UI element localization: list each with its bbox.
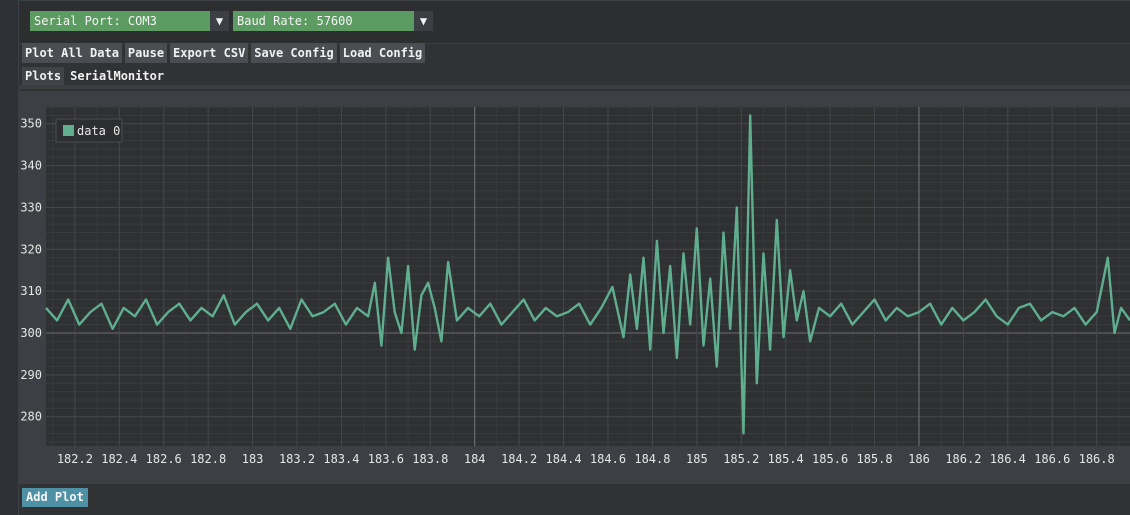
- x-tick-label: 185.4: [768, 452, 804, 466]
- y-tick-label: 330: [20, 200, 42, 214]
- y-tick-label: 310: [20, 284, 42, 298]
- x-tick-label: 185.2: [723, 452, 759, 466]
- chevron-down-icon[interactable]: ▼: [210, 11, 229, 31]
- export-csv-button[interactable]: Export CSV: [170, 43, 249, 63]
- tab-serial-monitor[interactable]: SerialMonitor: [67, 67, 167, 85]
- plot-container[interactable]: 280 290 300 310 320 330 340 350 182.2 182.4 182.6 1…: [19, 91, 1130, 484]
- x-tick-label: 183.4: [323, 452, 359, 466]
- pause-button[interactable]: Pause: [124, 43, 168, 63]
- x-tick-label: 184.2: [501, 452, 537, 466]
- x-tick-label: 182.2: [57, 452, 93, 466]
- x-tick-label: 182.4: [101, 452, 137, 466]
- y-tick-label: 320: [20, 242, 42, 256]
- x-tick-label: 186.8: [1079, 452, 1115, 466]
- action-buttons: Plot All Data Pause Export CSV Save Conf…: [22, 43, 426, 63]
- y-tick-label: 290: [20, 368, 42, 382]
- tab-divider: [19, 85, 1130, 89]
- chevron-down-icon[interactable]: ▼: [414, 11, 433, 31]
- x-tick-label: 184.8: [634, 452, 670, 466]
- plot-all-data-button[interactable]: Plot All Data: [22, 43, 122, 63]
- load-config-button[interactable]: Load Config: [339, 43, 426, 63]
- x-tick-label: 186.6: [1034, 452, 1070, 466]
- tab-bar: Plots SerialMonitor: [22, 67, 167, 85]
- y-tick-label: 350: [20, 117, 42, 131]
- y-tick-label: 300: [20, 326, 42, 340]
- line-chart[interactable]: 280 290 300 310 320 330 340 350 182.2 182.4 182.6 1…: [19, 91, 1130, 484]
- x-tick-label: 184: [464, 452, 486, 466]
- x-tick-label: 186.4: [990, 452, 1026, 466]
- x-tick-label: 185.8: [856, 452, 892, 466]
- y-tick-label: 340: [20, 159, 42, 173]
- x-tick-label: 183.6: [368, 452, 404, 466]
- x-tick-label: 185.6: [812, 452, 848, 466]
- left-dock-strip: [0, 0, 19, 515]
- main-panel: Serial Port: COM3 ▼ Baud Rate: 57600 ▼ P…: [19, 0, 1130, 515]
- legend-swatch: [63, 125, 74, 136]
- add-plot-button[interactable]: Add Plot: [22, 488, 88, 507]
- connection-toolbar: Serial Port: COM3 ▼ Baud Rate: 57600 ▼: [19, 0, 1130, 44]
- x-tick-label: 186: [908, 452, 930, 466]
- x-tick-label: 184.6: [590, 452, 626, 466]
- x-tick-label: 182.6: [146, 452, 182, 466]
- serial-port-dropdown[interactable]: Serial Port: COM3 ▼: [30, 11, 229, 31]
- x-tick-label: 183.2: [279, 452, 315, 466]
- baud-rate-label: Baud Rate: 57600: [233, 11, 414, 31]
- save-config-button[interactable]: Save Config: [251, 43, 337, 63]
- y-tick-label: 280: [20, 410, 42, 424]
- x-tick-label: 185: [686, 452, 708, 466]
- x-tick-label: 184.4: [546, 452, 582, 466]
- baud-rate-dropdown[interactable]: Baud Rate: 57600 ▼: [233, 11, 433, 31]
- x-tick-label: 186.2: [945, 452, 981, 466]
- legend-label: data 0: [77, 124, 120, 138]
- serial-port-label: Serial Port: COM3: [30, 11, 210, 31]
- x-tick-label: 183.8: [412, 452, 448, 466]
- x-tick-label: 183: [242, 452, 264, 466]
- tab-plots[interactable]: Plots: [22, 67, 65, 85]
- x-tick-label: 182.8: [190, 452, 226, 466]
